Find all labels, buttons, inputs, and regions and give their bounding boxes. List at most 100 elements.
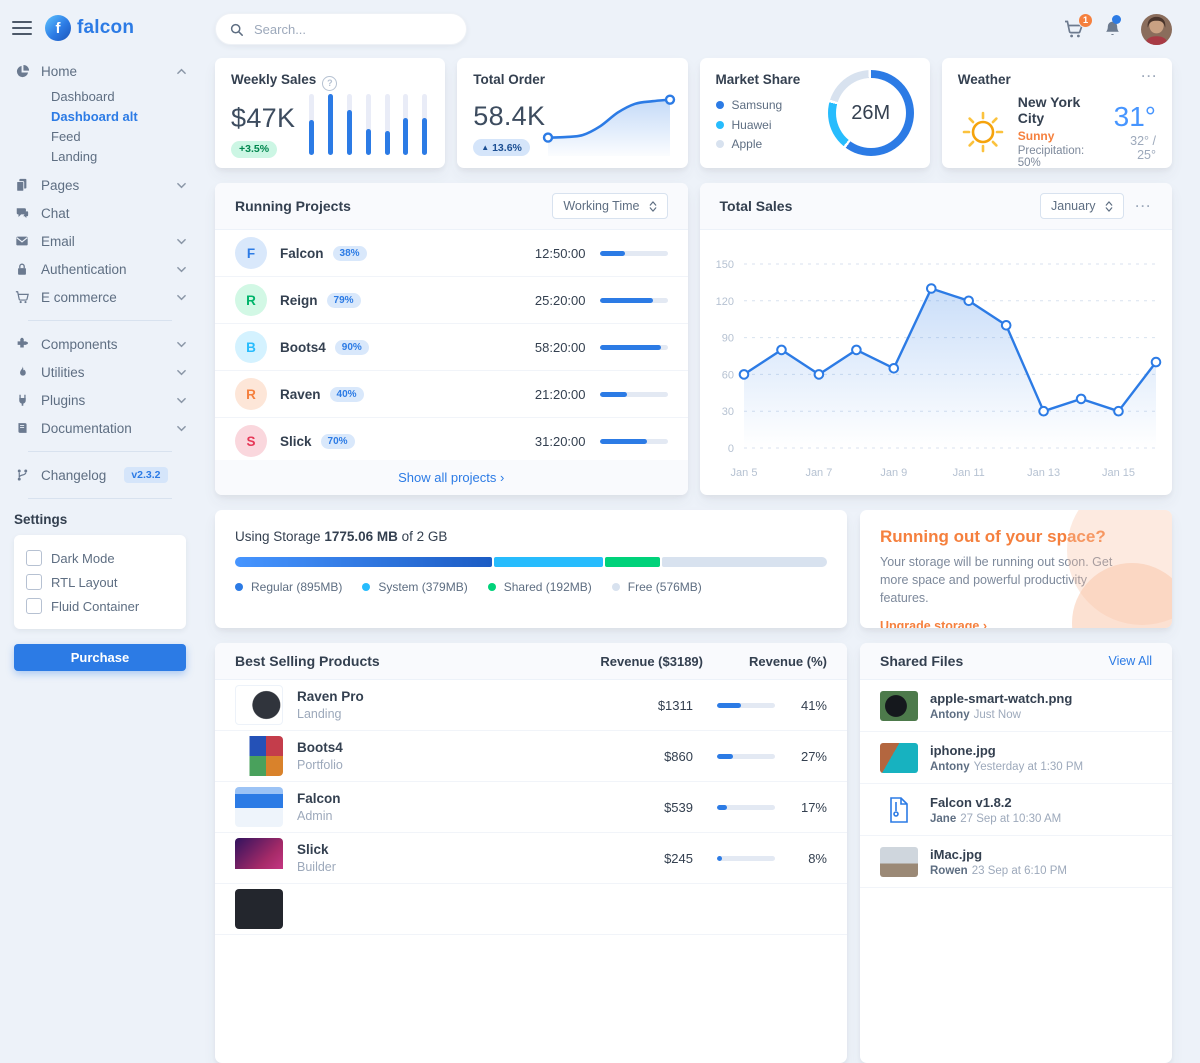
show-all-projects-link[interactable]: Show all projects › [215, 460, 688, 495]
middle-row: Running Projects Working Time F Falcon 3… [215, 183, 1172, 495]
checkbox-icon[interactable] [26, 574, 42, 590]
weather-card: Weather ··· New York City Sunny Precipit… [942, 58, 1172, 168]
search-input[interactable] [252, 21, 452, 38]
file-user: Jane [930, 813, 956, 825]
puzzle-icon [14, 337, 30, 351]
sidebar-item-dashboard[interactable]: Dashboard [14, 86, 186, 106]
project-pct-badge: 90% [335, 340, 369, 355]
checkbox-icon[interactable] [26, 598, 42, 614]
panel-title: Running Projects [235, 198, 351, 214]
chevron-down-icon [177, 181, 186, 190]
product-thumbnail [235, 685, 283, 725]
ellipsis-menu-icon[interactable]: ··· [1136, 199, 1153, 213]
total-sales-header: Total Sales January ··· [700, 183, 1173, 230]
product-category[interactable]: Admin [297, 809, 341, 823]
project-avatar: R [235, 284, 267, 316]
dark-mode-toggle[interactable]: Dark Mode [26, 546, 174, 570]
storage-card: Using Storage 1775.06 MB of 2 GB Regular… [215, 510, 847, 628]
product-name[interactable]: Slick [297, 842, 336, 857]
project-name[interactable]: Falcon [280, 246, 324, 261]
chevron-down-icon [177, 237, 186, 246]
project-time: 25:20:00 [535, 293, 586, 308]
sidebar-item-feed[interactable]: Feed [14, 126, 186, 146]
sidebar: f falcon Home Dashboard Dashboard alt Fe… [0, 0, 200, 900]
cart-button[interactable]: 1 [1064, 20, 1084, 38]
file-name[interactable]: apple-smart-watch.png [930, 691, 1072, 706]
svg-text:Jan 15: Jan 15 [1101, 467, 1134, 479]
file-archive-icon [880, 795, 918, 825]
file-time: Yesterday at 1:30 PM [974, 761, 1084, 773]
project-name[interactable]: Slick [280, 434, 312, 449]
sidebar-item-ecommerce[interactable]: E commerce [14, 283, 186, 311]
card-title: Total Order [473, 72, 545, 87]
notification-dot [1112, 15, 1121, 24]
chevron-down-icon [177, 368, 186, 377]
project-row: R Raven 40% 21:20:00 [215, 371, 688, 418]
file-name[interactable]: iMac.jpg [930, 847, 1067, 862]
weather-details: New York City Sunny Precipitation: 50% [1018, 94, 1102, 168]
logo-text: falcon [77, 17, 134, 39]
sidebar-item-authentication[interactable]: Authentication [14, 255, 186, 283]
month-select[interactable]: January [1040, 193, 1123, 219]
sidebar-divider [28, 320, 172, 321]
sidebar-item-landing[interactable]: Landing [14, 146, 186, 166]
panel-title: Best Selling Products [235, 653, 380, 669]
file-row: Falcon v1.8.2 Jane27 Sep at 10:30 AM [860, 784, 1172, 836]
chevron-down-icon [177, 265, 186, 274]
project-progress-bar [600, 251, 668, 256]
product-category[interactable]: Builder [297, 860, 336, 874]
file-name[interactable]: Falcon v1.8.2 [930, 795, 1061, 810]
svg-text:0: 0 [727, 443, 733, 455]
rtl-layout-toggle[interactable]: RTL Layout [26, 570, 174, 594]
notifications-button[interactable] [1103, 19, 1122, 39]
legend-label: Shared (192MB) [504, 580, 592, 594]
chevron-down-icon [177, 396, 186, 405]
project-name[interactable]: Raven [280, 387, 321, 402]
file-thumbnail [880, 743, 918, 773]
checkbox-label: RTL Layout [51, 575, 118, 590]
file-name[interactable]: iphone.jpg [930, 743, 1083, 758]
product-price: $860 [664, 749, 693, 764]
checkbox-icon[interactable] [26, 550, 42, 566]
user-avatar[interactable] [1141, 14, 1172, 45]
sidebar-item-changelog[interactable]: Changelog v2.3.2 [14, 461, 186, 489]
sidebar-item-utilities[interactable]: Utilities [14, 358, 186, 386]
sidebar-item-documentation[interactable]: Documentation [14, 414, 186, 442]
project-name[interactable]: Reign [280, 293, 318, 308]
product-category[interactable]: Portfolio [297, 758, 343, 772]
falcon-logo[interactable]: f falcon [45, 15, 134, 41]
settings-heading: Settings [0, 508, 200, 535]
sidebar-item-chat[interactable]: Chat [14, 199, 186, 227]
help-icon[interactable]: ? [322, 76, 337, 91]
weather-temps: 31° 32° / 25° [1112, 101, 1156, 162]
product-name[interactable]: Falcon [297, 791, 341, 806]
search-box[interactable] [215, 13, 467, 45]
product-name[interactable]: Boots4 [297, 740, 343, 755]
fluid-container-toggle[interactable]: Fluid Container [26, 594, 174, 618]
upgrade-storage-link[interactable]: Upgrade storage › [880, 619, 987, 628]
project-time: 31:20:00 [535, 434, 586, 449]
ellipsis-menu-icon[interactable]: ··· [1142, 69, 1159, 83]
view-all-link[interactable]: View All [1108, 654, 1152, 668]
working-time-select[interactable]: Working Time [552, 193, 667, 219]
file-meta: Rowen23 Sep at 6:10 PM [930, 865, 1067, 877]
file-info: iMac.jpg Rowen23 Sep at 6:10 PM [930, 847, 1067, 877]
product-category[interactable]: Landing [297, 707, 364, 721]
sidebar-item-components[interactable]: Components [14, 330, 186, 358]
chart-pie-icon [14, 64, 30, 79]
sidebar-item-home[interactable]: Home [14, 57, 186, 85]
sidebar-item-pages[interactable]: Pages [14, 171, 186, 199]
purchase-button[interactable]: Purchase [14, 644, 186, 671]
sidebar-item-email[interactable]: Email [14, 227, 186, 255]
weekly-sales-card: Weekly Sales? $47K +3.5% [215, 58, 445, 168]
project-pct-badge: 79% [327, 293, 361, 308]
sidebar-item-plugins[interactable]: Plugins [14, 386, 186, 414]
sun-icon [958, 107, 1008, 157]
hamburger-menu-icon[interactable] [12, 21, 32, 35]
legend-dot [716, 140, 724, 148]
project-name[interactable]: Boots4 [280, 340, 326, 355]
project-avatar: R [235, 378, 267, 410]
sidebar-item-dashboard-alt[interactable]: Dashboard alt [14, 106, 186, 126]
product-name[interactable]: Raven Pro [297, 689, 364, 704]
shared-files-header: Shared Files View All [860, 643, 1172, 680]
